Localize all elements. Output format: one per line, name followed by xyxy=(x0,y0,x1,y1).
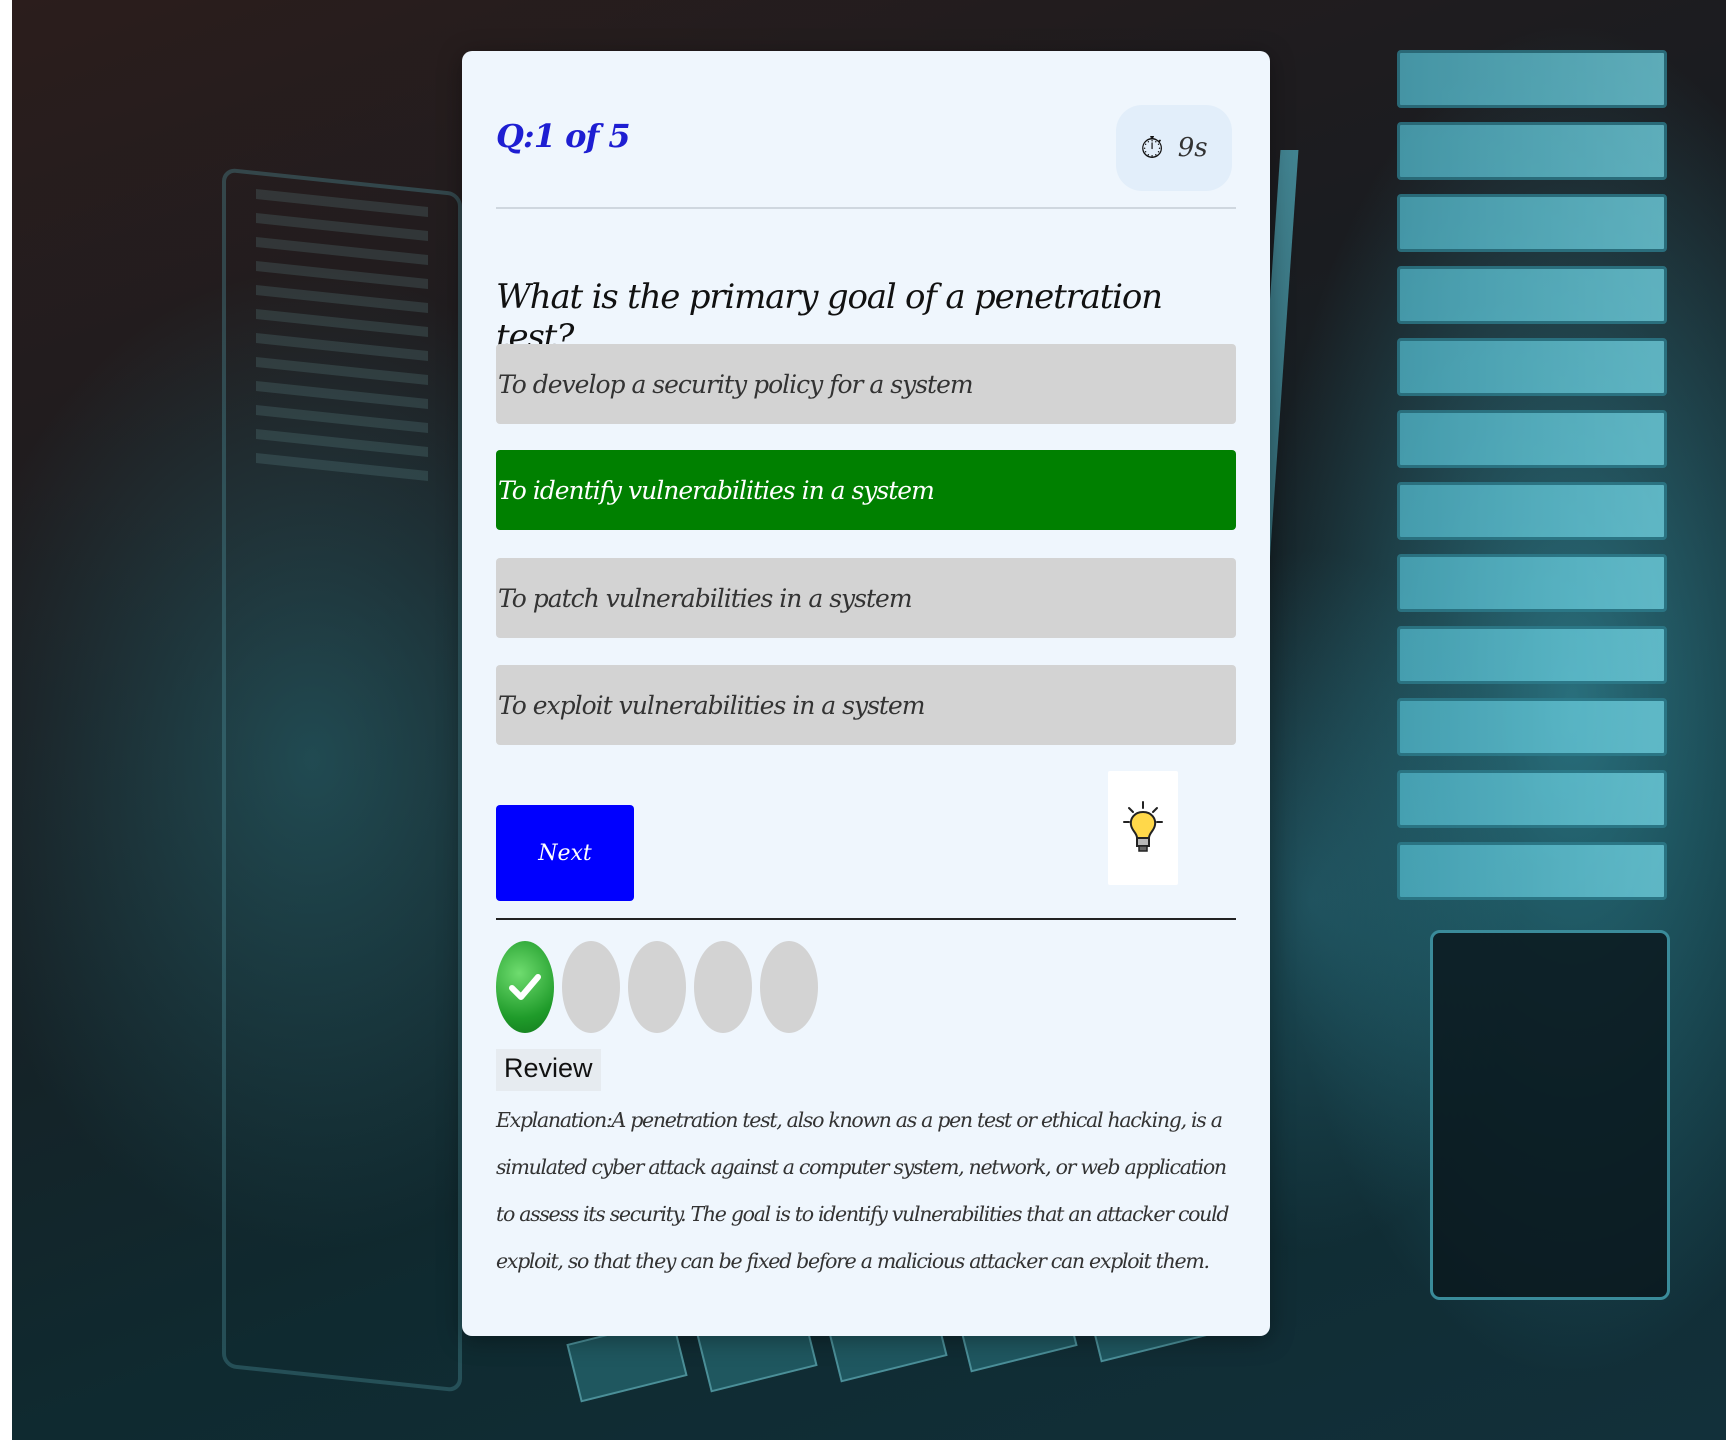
progress-dot-3 xyxy=(628,941,686,1033)
stopwatch-icon: ⏱ xyxy=(1140,130,1164,166)
progress-divider xyxy=(496,918,1236,920)
answer-option-label: To exploit vulnerabilities in a system xyxy=(498,690,925,720)
answer-option-1[interactable]: To develop a security policy for a syste… xyxy=(496,344,1236,424)
answer-option-4[interactable]: To exploit vulnerabilities in a system xyxy=(496,665,1236,745)
progress-dot-1 xyxy=(496,941,554,1033)
quiz-card: Q:1 of 5 ⏱ 9s What is the primary goal o… xyxy=(462,51,1270,1336)
lightbulb-icon xyxy=(1123,801,1163,852)
answer-option-2[interactable]: To identify vulnerabilities in a system xyxy=(496,450,1236,530)
timer-badge: ⏱ 9s xyxy=(1116,105,1232,191)
answer-option-3[interactable]: To patch vulnerabilities in a system xyxy=(496,558,1236,638)
review-explanation: Explanation:A penetration test, also kno… xyxy=(496,1108,1229,1273)
header-divider xyxy=(496,207,1236,209)
answer-option-label: To develop a security policy for a syste… xyxy=(498,369,974,399)
answer-option-label: To patch vulnerabilities in a system xyxy=(498,583,913,613)
progress-indicator xyxy=(496,941,818,1033)
next-button[interactable]: Next xyxy=(496,805,634,901)
review-heading: Review xyxy=(496,1049,601,1091)
progress-dot-5 xyxy=(760,941,818,1033)
answer-option-label: To identify vulnerabilities in a system xyxy=(498,475,935,505)
hint-button[interactable] xyxy=(1108,771,1178,885)
question-counter: Q:1 of 5 xyxy=(496,117,631,155)
check-icon xyxy=(509,974,541,1000)
timer-value: 9s xyxy=(1177,133,1208,163)
progress-dot-4 xyxy=(694,941,752,1033)
progress-dot-2 xyxy=(562,941,620,1033)
